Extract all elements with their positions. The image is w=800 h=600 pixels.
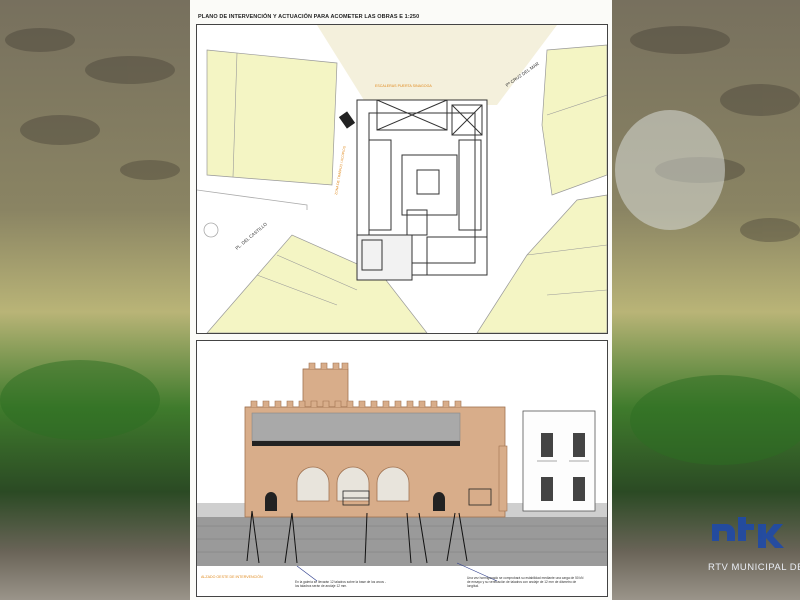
elevation-note-left: En la galería se llevarán 12 taladros so… (295, 580, 386, 588)
street-label-left: PL. DEL CASTILLO (234, 221, 268, 251)
elevation-drawing: ALZADO OESTE DE INTERVENCIÓN (197, 362, 607, 582)
site-plan: ESCALERAS PUERTA SINAGOGA Pª CRUZ DEL MA… (196, 24, 608, 334)
drawing-sheet: PLANO DE INTERVENCIÓN Y ACTUACIÓN PARA A… (190, 0, 612, 600)
street-label-top: ESCALERAS PUERTA SINAGOGA (375, 84, 432, 88)
plan-title: PLANO DE INTERVENCIÓN Y ACTUACIÓN PARA A… (198, 14, 420, 20)
elevation-view: ALZADO OESTE DE INTERVENCIÓN En la galer… (196, 340, 608, 597)
brand-caption: RTV MUNICIPAL DE CH (708, 562, 800, 573)
work-zone-label: ZONA DE TRABAJO / ACOPIOS (334, 145, 347, 195)
crane-icon (338, 111, 356, 129)
rtv-logo-icon (712, 517, 784, 548)
site-plan-drawing: ESCALERAS PUERTA SINAGOGA Pª CRUZ DEL MA… (197, 25, 607, 333)
elevation-caption: ALZADO OESTE DE INTERVENCIÓN (201, 574, 263, 579)
elevation-note-right: Una vez hormigonado se comprobará su est… (467, 576, 584, 588)
